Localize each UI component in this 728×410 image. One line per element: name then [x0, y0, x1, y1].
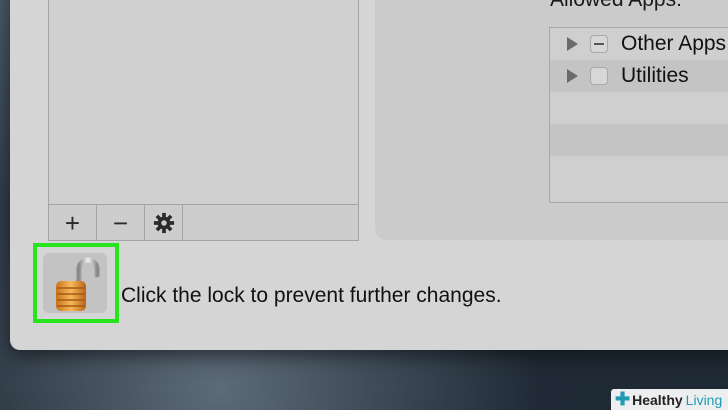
- utilities-checkbox[interactable]: [590, 67, 608, 85]
- users-list[interactable]: [48, 0, 359, 205]
- watermark-part2: Living: [685, 391, 723, 408]
- list-toolbar: + −: [48, 204, 359, 241]
- add-button[interactable]: +: [49, 205, 97, 240]
- action-menu-button[interactable]: [145, 205, 183, 240]
- empty-row: [550, 92, 728, 124]
- app-row-other-apps[interactable]: Other Apps: [550, 28, 728, 60]
- empty-row: [550, 124, 728, 156]
- lock-message: Click the lock to prevent further change…: [121, 284, 502, 307]
- app-row-utilities[interactable]: Utilities: [550, 60, 728, 92]
- mixed-state-icon: [594, 43, 604, 45]
- other-apps-checkbox[interactable]: [590, 35, 608, 53]
- empty-row: [550, 156, 728, 188]
- healthy-living-watermark: ✚ Healthy Living: [611, 389, 728, 410]
- allowed-apps-label: Allowed Apps:: [550, 0, 682, 12]
- plus-logo-icon: ✚: [615, 389, 631, 409]
- allowed-apps-table[interactable]: Other Apps Utilities: [549, 27, 728, 203]
- remove-button[interactable]: −: [97, 205, 145, 240]
- plus-icon: +: [64, 207, 81, 238]
- app-row-label: Utilities: [621, 64, 689, 87]
- watermark-part1: Healthy: [632, 391, 683, 408]
- lock-highlight-box: [33, 243, 119, 323]
- app-row-label: Other Apps: [621, 32, 727, 55]
- minus-icon: −: [112, 207, 129, 238]
- disclosure-triangle-icon[interactable]: [567, 37, 578, 51]
- gear-icon: [153, 212, 174, 233]
- disclosure-triangle-icon[interactable]: [567, 69, 578, 83]
